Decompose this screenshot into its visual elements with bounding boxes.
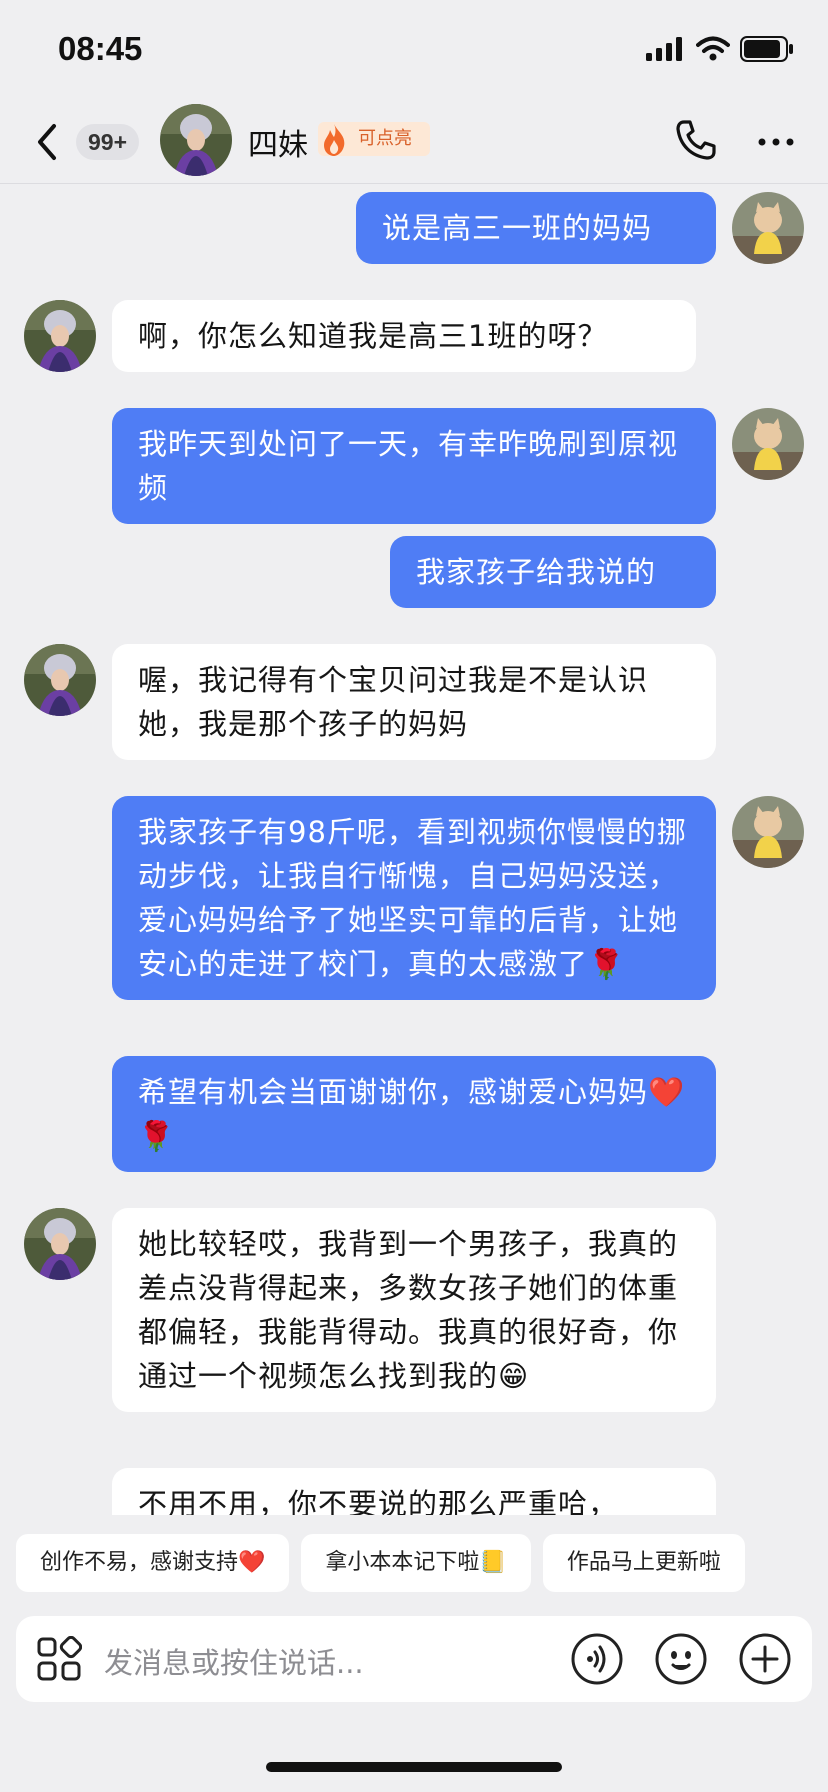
contact-name[interactable]: 四妹 (248, 120, 308, 164)
signal-icon (646, 37, 682, 61)
contact-avatar[interactable] (24, 300, 96, 372)
message-bubble-outgoing[interactable]: 希望有机会当面谢谢你，感谢爱心妈妈❤️🌹 (112, 1056, 716, 1172)
contact-avatar[interactable] (24, 1208, 96, 1280)
voice-icon[interactable] (570, 1632, 624, 1686)
my-avatar[interactable] (732, 192, 804, 264)
wifi-icon (696, 36, 730, 61)
phone-icon[interactable] (674, 118, 718, 162)
quick-reply-chip[interactable]: 创作不易，感谢支持❤️ (16, 1534, 290, 1592)
message-bubble-outgoing[interactable]: 我家孩子有98斤呢，看到视频你慢慢的挪动步伐，让我自行惭愧，自己妈妈没送，爱心妈… (112, 796, 716, 1000)
fire-icon (324, 124, 345, 156)
back-arrow-icon[interactable] (30, 120, 64, 164)
contact-avatar[interactable] (24, 644, 96, 716)
message-bubble-incoming[interactable]: 啊，你怎么知道我是高三1班的呀？ (112, 300, 696, 372)
more-icon[interactable] (756, 136, 796, 148)
quick-reply-chip[interactable]: 作品马上更新啦 (542, 1534, 745, 1592)
battery-icon (740, 36, 793, 62)
message-list[interactable]: 说是高三一班的妈妈 啊，你怎么知道我是高三1班的呀？ 我昨天到处问了一天，有幸昨… (0, 185, 828, 1515)
message-bubble-incoming[interactable]: 她比较轻哎，我背到一个男孩子，我真的差点没背得起来，多数女孩子她们的体重都偏轻，… (112, 1208, 716, 1412)
message-bubble-outgoing[interactable]: 说是高三一班的妈妈 (356, 192, 716, 264)
message-bubble-incoming[interactable]: 喔，我记得有个宝贝问过我是不是认识她，我是那个孩子的妈妈 (112, 644, 716, 760)
status-time: 08:45 (58, 30, 143, 67)
message-input-bar: 发消息或按住说话... (16, 1616, 812, 1702)
emoji-icon[interactable] (654, 1632, 708, 1686)
message-bubble-incoming[interactable]: 不用不用，你不要说的那么严重哈， (112, 1468, 716, 1515)
my-avatar[interactable] (732, 796, 804, 868)
home-indicator[interactable] (266, 1762, 562, 1772)
status-bar: 08:45 (0, 0, 828, 100)
contact-avatar[interactable] (160, 104, 232, 176)
message-input[interactable]: 发消息或按住说话... (104, 1640, 364, 1682)
chat-header: 99+ 四妹 可点亮 (0, 100, 828, 184)
quick-replies: 创作不易，感谢支持❤️ 拿小本本记下啦📒 作品马上更新啦 (16, 1534, 828, 1594)
unread-count-badge[interactable]: 99+ (76, 124, 140, 160)
apps-grid-icon[interactable] (36, 1636, 82, 1682)
plus-icon[interactable] (738, 1632, 792, 1686)
quick-reply-chip[interactable]: 拿小本本记下啦📒 (301, 1534, 531, 1592)
my-avatar[interactable] (732, 408, 804, 480)
message-bubble-outgoing[interactable]: 我昨天到处问了一天，有幸昨晚刷到原视频 (112, 408, 716, 524)
message-bubble-outgoing[interactable]: 我家孩子给我说的 (390, 536, 716, 608)
status-icons (646, 36, 794, 62)
